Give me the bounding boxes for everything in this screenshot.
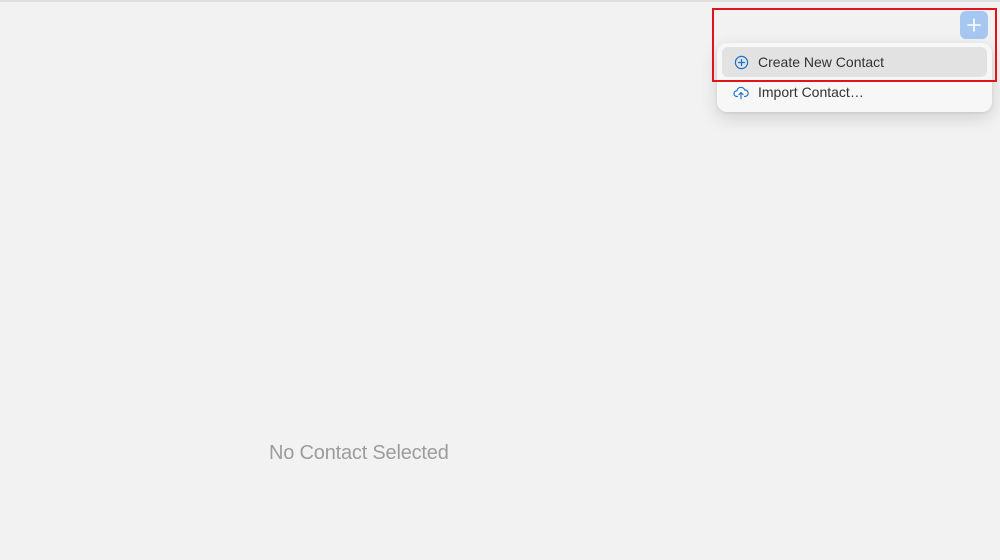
- menu-item-label: Import Contact…: [758, 84, 864, 100]
- contacts-window: No Contact Selected Create New Contact I…: [0, 0, 1000, 560]
- plus-icon: [967, 18, 981, 32]
- add-contact-menu: Create New Contact Import Contact…: [717, 43, 992, 112]
- add-contact-button[interactable]: [960, 11, 988, 39]
- no-contact-selected-text: No Contact Selected: [269, 442, 449, 464]
- menu-item-import-contact[interactable]: Import Contact…: [722, 77, 987, 107]
- plus-circle-icon: [733, 54, 749, 70]
- cloud-upload-icon: [733, 84, 749, 100]
- menu-item-create-new-contact[interactable]: Create New Contact: [722, 47, 987, 77]
- menu-item-label: Create New Contact: [758, 54, 885, 70]
